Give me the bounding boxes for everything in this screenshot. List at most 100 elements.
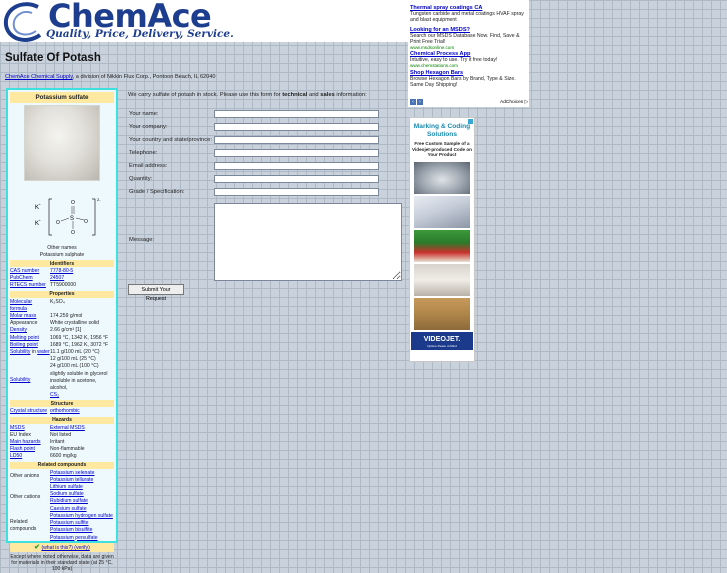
verify-link[interactable]: (what is this?) (verify) [41, 545, 89, 551]
row-key-link[interactable]: LD50 [10, 453, 22, 459]
row-key: Molecular formula [10, 299, 50, 313]
telephone-input[interactable] [214, 149, 379, 157]
ad-item[interactable]: Shop Hexagon Bars Browse Hexagon Bars by… [408, 70, 529, 88]
videojet-banner[interactable]: Marking & Coding Solutions Free Custom S… [409, 117, 475, 362]
row-key-link[interactable]: PubChem [10, 275, 33, 281]
table-row: Main hazards Irritant [10, 439, 114, 446]
ad-item[interactable]: Looking for an MSDS? Search our MSDS Dat… [408, 27, 529, 50]
row-value-link[interactable]: 7778-80-5 [50, 268, 73, 274]
company-input[interactable] [214, 123, 379, 131]
row-key-link[interactable]: Main hazards [10, 439, 41, 445]
ad-url[interactable]: www.chemstations.com [410, 63, 527, 68]
intro-text: information: [334, 92, 367, 98]
table-row: Density 2.66 g/cm³ [1] [10, 327, 114, 334]
table-row: EU Index Not listed [10, 432, 114, 439]
properties-heading: Properties [10, 290, 114, 298]
identifiers-table: CAS number 7778-80-5 PubChem 24507 RTECS num… [8, 268, 116, 290]
logo-swoosh-icon [3, 2, 42, 42]
svg-text:2-: 2- [97, 197, 101, 202]
intro-bold-technical: technical [282, 92, 308, 98]
table-row: Solubility in water 11.1 g/100 mL (20 °C… [10, 349, 114, 371]
ad-next-icon[interactable]: › [417, 99, 423, 105]
telephone-label: Telephone: [129, 150, 158, 156]
row-value: 1689 °C, 1962 K, 3072 °F [50, 341, 109, 348]
country-input[interactable] [214, 136, 379, 144]
ad-info-icon[interactable] [468, 119, 473, 124]
related-compound-link[interactable]: Potassium selenate [50, 470, 94, 476]
row-value-link[interactable]: 24507 [50, 275, 64, 281]
row-key: Molar mass [10, 313, 50, 320]
table-row: PubChem 24507 [10, 275, 114, 282]
country-label: Your country and state/province: [129, 137, 212, 143]
related-compound-link[interactable]: Caesium sulfate [50, 506, 87, 512]
quantity-input[interactable] [214, 175, 379, 183]
cs2-link[interactable]: CS₂ [50, 392, 59, 398]
row-key-link[interactable]: Molecular formula [10, 299, 32, 312]
videojet-logo[interactable]: VIDEOJET. Uptime Peace of Mind [411, 331, 473, 350]
row-key-link[interactable]: Flash point [10, 446, 35, 452]
row-value-link[interactable]: External MSDS [50, 425, 85, 431]
table-row: LD50 6600 mg/kg [10, 453, 114, 460]
table-row: Boiling point 1689 °C, 1962 K, 3072 °F [10, 342, 114, 349]
row-key-link[interactable]: CAS number [10, 268, 39, 274]
ad-item[interactable]: Thermal spray coatings CA Tungsten carbi… [408, 5, 529, 23]
quantity-label: Quantity: [129, 176, 153, 182]
email-input[interactable] [214, 162, 379, 170]
banner-product-labels [414, 263, 470, 296]
row-key: Density [10, 327, 50, 334]
solubility-water-label: Solubility in water [10, 349, 50, 371]
ad-desc: Search our MSDS Database Now. Find, Save… [410, 33, 520, 45]
checkmark-icon: ✔ [34, 544, 41, 552]
related-compound-link[interactable]: Potassium persulfate [50, 535, 98, 541]
svg-text:O: O [56, 220, 60, 226]
row-key-link[interactable]: Molar mass [10, 313, 36, 319]
solubility-link[interactable]: Solubility [10, 349, 30, 355]
chem-infobox: Potassium sulfate K K + + 2- S O O O O O… [6, 88, 118, 572]
svg-text:+: + [39, 218, 41, 222]
submit-button[interactable]: Submit Your Request [128, 284, 184, 302]
solubility-value: insoluble in acetone, alcohol, [50, 377, 97, 392]
banner-subtitle: Free Custom Sample of a Videojet-produce… [412, 141, 472, 157]
svg-text:O: O [71, 200, 75, 206]
other-names-value: Potassium sulphate [39, 252, 85, 258]
table-row: MSDS External MSDS [10, 425, 114, 432]
crystal-structure-link[interactable]: Crystal structure [10, 408, 47, 414]
row-key-link[interactable]: Melting point [10, 335, 39, 341]
related-compound-link[interactable]: Rubidium sulfate [50, 498, 88, 504]
orthorhombic-link[interactable]: orthorhombic [50, 408, 80, 414]
table-row: CAS number 7778-80-5 [10, 268, 114, 275]
row-value: 6600 mg/kg [50, 453, 77, 460]
row-key-link[interactable]: Density [10, 327, 27, 333]
row-value: 24507 [50, 275, 114, 282]
related-compound-link[interactable]: Potassium hydrogen sulfate [50, 513, 113, 519]
hazards-heading: Hazards [10, 416, 114, 424]
ad-prev-icon[interactable]: ‹ [410, 99, 416, 105]
structure-diagram: K K + + 2- S O O O O [8, 185, 116, 241]
row-key-link[interactable]: RTECS number [10, 282, 46, 288]
water-link[interactable]: water [37, 349, 49, 355]
related-compound-link[interactable]: Sodium sulfate [50, 491, 84, 497]
adchoices-link[interactable]: AdChoices ▷ [500, 100, 528, 105]
name-label: Your name: [129, 111, 159, 117]
banner-product-package [414, 195, 470, 228]
related-compound-link[interactable]: Potassium tellurate [50, 477, 93, 483]
row-key-link[interactable]: MSDS [10, 425, 25, 431]
ad-url[interactable]: www.msdsonline.com [410, 45, 527, 50]
solubility-link-2[interactable]: Solubility [10, 377, 30, 383]
related-compound-link[interactable]: Potassium sulfite [50, 520, 89, 526]
grade-input[interactable] [214, 188, 379, 196]
structure-heading: Structure [10, 400, 114, 408]
table-row: Molecular formula K₂SO₄ [10, 299, 114, 313]
hazards-table: MSDS External MSDS EU Index Not listed Main … [8, 425, 116, 461]
company-link[interactable]: ChemAce Chemical Supply [5, 74, 73, 80]
message-textarea[interactable] [214, 203, 402, 281]
related-heading: Related compounds [10, 461, 114, 469]
row-value: TT5900000 [50, 282, 77, 289]
name-input[interactable] [214, 110, 379, 118]
related-compound-link[interactable]: Lithium sulfate [50, 484, 83, 490]
row-key-link[interactable]: Boiling point [10, 342, 38, 348]
row-value: Irritant [50, 439, 65, 446]
row-key: PubChem [10, 275, 50, 282]
ad-item[interactable]: Chemical Process App Intuitive, easy to … [408, 51, 529, 68]
related-compound-link[interactable]: Potassium bisulfite [50, 527, 92, 533]
